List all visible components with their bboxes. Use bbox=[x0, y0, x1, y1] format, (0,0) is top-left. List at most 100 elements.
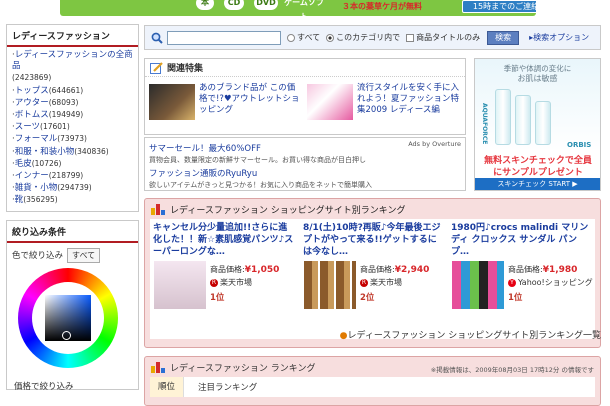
price-value: ¥2,940 bbox=[394, 265, 430, 275]
category-item[interactable]: ·スーツ(17601) bbox=[12, 121, 133, 133]
shop-name: 楽天市場 bbox=[220, 278, 252, 287]
ranking-item-price: 商品価格:¥1,050 bbox=[210, 264, 279, 275]
price-label: 商品価格: bbox=[508, 265, 543, 274]
banner-contact-button[interactable]: 15時までのご連絡に限ります bbox=[462, 0, 536, 13]
feature-title: 関連特集 bbox=[167, 64, 204, 74]
ranking-item[interactable]: キャンセル分少量追加!!さらに進化した！！新☆素肌感覚パンツ♪スーパーロングな…… bbox=[150, 219, 296, 339]
category-item[interactable]: ·和服・和装小物(340836) bbox=[12, 146, 133, 158]
ranking-update-note: ※掲載情報は、2009年08月03日 17時12分 の情報です bbox=[430, 366, 594, 374]
category-ranking-title: レディースファッション ランキング bbox=[170, 363, 316, 374]
ranking-item-price: 商品価格:¥1,980 bbox=[508, 264, 577, 275]
ranking-item[interactable]: 1980円♪crocs malindi マリンディ クロックス サンダル パンプ… bbox=[448, 219, 594, 339]
search-scope-category-label: このカテゴリ内で bbox=[336, 33, 401, 42]
radio-selected-icon bbox=[326, 33, 335, 42]
search-options-label: 検索オプション bbox=[533, 33, 590, 42]
ranking-item-rank: 2位 bbox=[360, 293, 375, 303]
banner-chip-game: ゲームソフト bbox=[284, 0, 324, 16]
ranking-item-title[interactable]: 1980円♪crocs malindi マリンディ クロックス サンダル パンプ… bbox=[451, 222, 593, 258]
pencil-note-icon bbox=[150, 61, 163, 74]
ranking-item-title[interactable]: キャンセル分少量追加!!さらに進化した！！新☆素肌感覚パンツ♪スーパーロングな… bbox=[153, 222, 295, 258]
color-filter-row: 色で絞り込み すべて bbox=[7, 243, 138, 268]
search-button[interactable]: 検索 bbox=[487, 30, 520, 45]
category-item[interactable]: ·靴(356295) bbox=[12, 194, 133, 206]
category-item[interactable]: ·レディースファッションの全商品 (2423869) bbox=[12, 50, 133, 85]
ranking-item-title[interactable]: 8/1(土)10時?再販♪今年最後エジプトがやって来る!!ゲットするには今なし… bbox=[303, 222, 445, 258]
ranking-item-shop[interactable]: R 楽天市場 bbox=[360, 277, 402, 288]
ranking-item[interactable]: 8/1(土)10時?再販♪今年最後エジプトがやって来る!!ゲットするには今なし…… bbox=[300, 219, 446, 339]
ranking-more-link[interactable]: ●レディースファッション ショッピングサイト別ランキング一覧 bbox=[340, 328, 601, 341]
search-options-link[interactable]: ▸検索オプション bbox=[529, 32, 589, 43]
banner-chip-book: 本 bbox=[196, 0, 214, 10]
summer-fashion-thumbnail[interactable] bbox=[307, 84, 353, 120]
promo-banner[interactable]: 季節や体調の変化に お肌は敏感 AQUAFORCE ORBIS 無料スキンチェッ… bbox=[474, 58, 601, 191]
site-ranking-title: レディースファッション ショッピングサイト別ランキング bbox=[170, 205, 406, 216]
category-item[interactable]: ·トップス(644661) bbox=[12, 85, 133, 97]
product-bottle-image bbox=[495, 89, 511, 145]
top-banner[interactable]: 本 CD DVD ゲームソフト ３本の薬草ケ月が無料 15時までのご連絡に限りま… bbox=[0, 0, 610, 18]
search-input[interactable] bbox=[167, 30, 281, 45]
category-header: レディースファッション bbox=[7, 25, 138, 47]
banner-strip[interactable]: 本 CD DVD ゲームソフト ３本の薬草ケ月が無料 15時までのご連絡に限りま… bbox=[60, 0, 536, 16]
banner-chip-cd: CD bbox=[224, 0, 244, 10]
price-filter-label: 価格で絞り込み bbox=[14, 382, 74, 392]
price-label: 商品価格: bbox=[360, 265, 395, 274]
color-wheel-picker[interactable] bbox=[18, 268, 118, 368]
search-bar: すべて このカテゴリ内で 商品タイトルのみ 検索 ▸検索オプション bbox=[144, 25, 601, 50]
site-ranking-panel: レディースファッション ショッピングサイト別ランキング キャンセル分少量追加!!… bbox=[144, 198, 601, 348]
banner-message: ３本の薬草ケ月が無料 bbox=[342, 2, 422, 11]
product-bottle-image bbox=[535, 101, 551, 145]
ranking-items: キャンセル分少量追加!!さらに進化した！！新☆素肌感覚パンツ♪スーパーロングな…… bbox=[150, 219, 595, 339]
search-title-only[interactable]: 商品タイトルのみ bbox=[406, 32, 480, 43]
rakuten-icon: R bbox=[360, 278, 368, 287]
category-item[interactable]: ·雑貨・小物(294739) bbox=[12, 182, 133, 194]
product-image-sandals[interactable] bbox=[304, 261, 356, 309]
ranking-podium-icon bbox=[151, 204, 165, 215]
search-scope-all-label: すべて bbox=[297, 33, 321, 42]
ranking-item-shop[interactable]: Y Yahoo!ショッピング bbox=[508, 277, 593, 288]
promo-brand-name: AQUAFORCE bbox=[481, 103, 488, 145]
product-bottle-image bbox=[515, 95, 531, 145]
ad-desc-2: 欲しいアイテムがきっと見つかる！お気に入り商品をネットで簡単購入 bbox=[149, 181, 373, 189]
search-title-only-label: 商品タイトルのみ bbox=[416, 33, 481, 42]
ranking-table-header: 順位 注目ランキング bbox=[150, 377, 595, 397]
color-filter-label: 色で絞り込み bbox=[12, 251, 64, 262]
feature-panel: 関連特集 あのブランド品が この価格で!?♥アウトレットショッピング 流行スタイ… bbox=[144, 58, 466, 135]
feature-link-outlet[interactable]: あのブランド品が この価格で!?♥アウトレットショッピング bbox=[199, 83, 303, 116]
color-picker-handle[interactable] bbox=[62, 331, 71, 340]
category-item[interactable]: ·毛皮(10726) bbox=[12, 158, 133, 170]
ad-title-2[interactable]: ファッション通販のRyuRyu bbox=[149, 167, 461, 179]
skin-check-start-button[interactable]: スキンチェック START ▶ bbox=[475, 178, 600, 190]
ranking-podium-icon bbox=[151, 362, 165, 373]
category-ranking-panel: レディースファッション ランキング ※掲載情報は、2009年08月03日 17時… bbox=[144, 356, 601, 406]
ranking-item-rank: 1位 bbox=[508, 293, 523, 303]
color-all-button[interactable]: すべて bbox=[67, 247, 101, 263]
sponsored-ads: Ads by Overture サマーセール！最大60%OFF 買物会員、数量限… bbox=[144, 137, 466, 191]
feature-header: 関連特集 bbox=[145, 59, 465, 77]
search-icon bbox=[151, 32, 163, 44]
site-ranking-header: レディースファッション ショッピングサイト別ランキング bbox=[145, 199, 600, 219]
ranking-more-label: レディースファッション ショッピングサイト別ランキング一覧 bbox=[347, 331, 601, 341]
category-list: ·レディースファッションの全商品 (2423869) ·トップス(644661) … bbox=[7, 47, 138, 211]
product-image-pants[interactable] bbox=[154, 261, 206, 309]
search-scope-category[interactable]: このカテゴリ内で bbox=[326, 32, 400, 43]
category-item[interactable]: ·アウター(68093) bbox=[12, 97, 133, 109]
filter-header: 絞り込み条件 bbox=[7, 220, 138, 243]
ads-by-label[interactable]: Ads by Overture bbox=[408, 140, 461, 148]
checkbox-icon bbox=[406, 33, 415, 42]
price-label: 商品価格: bbox=[210, 265, 245, 274]
category-item[interactable]: ·インナー(218799) bbox=[12, 170, 133, 182]
ad-desc-1: 買物会員、数量限定の新鮮サマーセール。お買い得な商品が目白押し bbox=[149, 156, 366, 164]
outlet-thumbnail[interactable] bbox=[149, 84, 195, 120]
category-box: レディースファッション ·レディースファッションの全商品 (2423869) ·ト… bbox=[6, 24, 139, 212]
ranking-item-shop[interactable]: R 楽天市場 bbox=[210, 277, 252, 288]
category-item[interactable]: ·ボトムス(194949) bbox=[12, 109, 133, 121]
ranking-item-rank: 1位 bbox=[210, 293, 225, 303]
shop-name: Yahoo!ショッピング bbox=[518, 278, 593, 287]
price-value: ¥1,980 bbox=[542, 265, 578, 275]
feature-link-summer[interactable]: 流行スタイルを安く手に入れよう！夏ファッション特集2009 レディース編 bbox=[357, 83, 463, 116]
category-item[interactable]: ·フォーマル(73973) bbox=[12, 133, 133, 145]
shop-name: 楽天市場 bbox=[370, 278, 402, 287]
product-image-crocs[interactable] bbox=[452, 261, 504, 309]
rakuten-icon: R bbox=[210, 278, 218, 287]
search-scope-all[interactable]: すべて bbox=[287, 32, 320, 43]
